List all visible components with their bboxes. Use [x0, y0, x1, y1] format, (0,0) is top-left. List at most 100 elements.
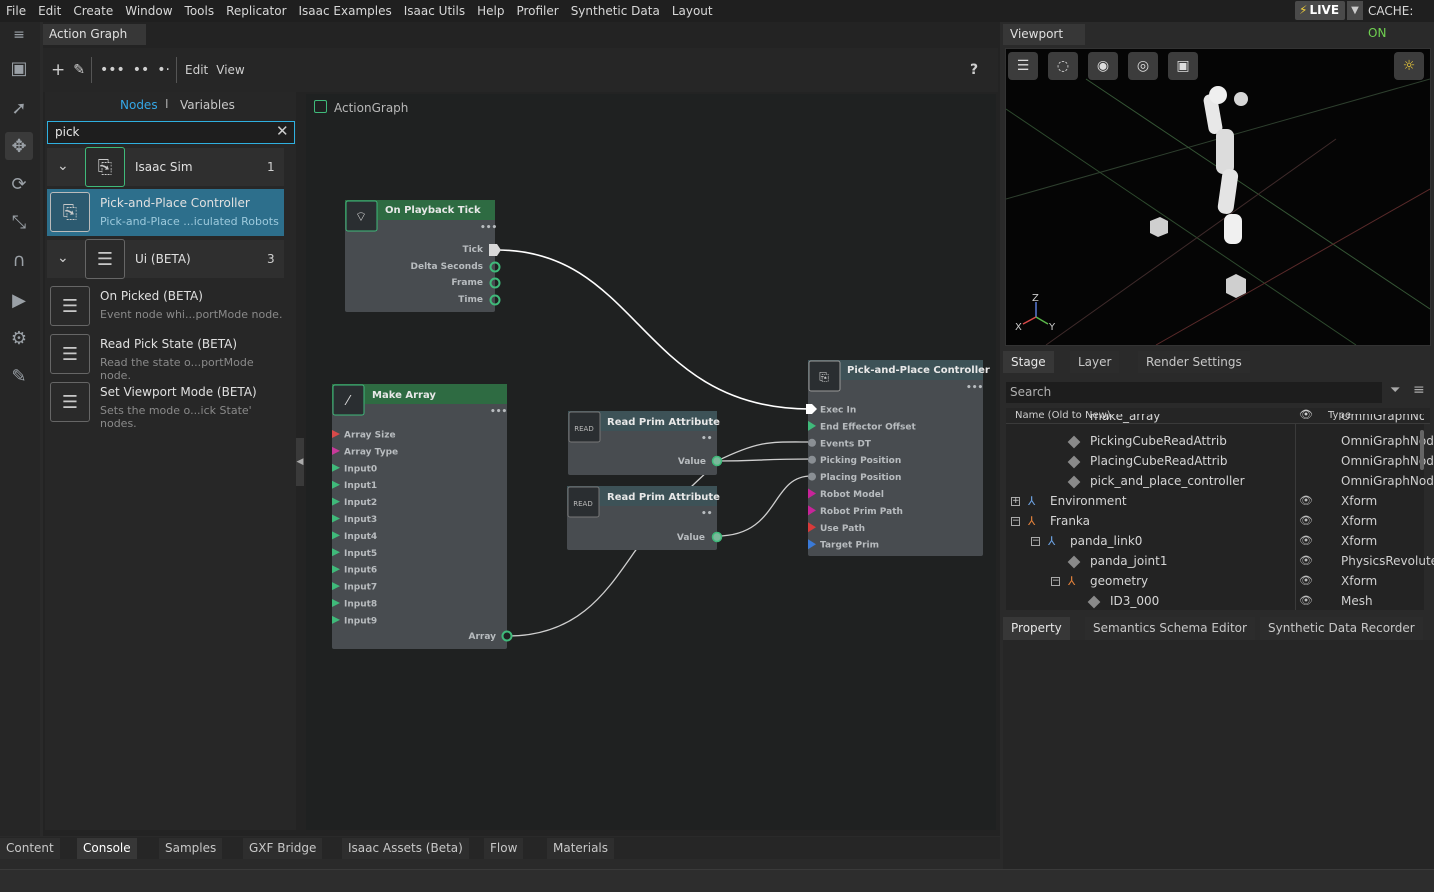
menu-help[interactable]: Help — [471, 0, 510, 22]
tab-gxf-bridge[interactable]: GXF Bridge — [243, 838, 323, 859]
layout-dots-3-icon[interactable]: •· — [157, 62, 170, 78]
layout-dots-2-icon[interactable]: •• — [133, 62, 150, 78]
tab-console[interactable]: Console — [77, 838, 137, 859]
clear-search-icon[interactable]: ✕ — [276, 122, 289, 140]
tab-flow[interactable]: Flow — [484, 838, 524, 859]
node-read-prim-attribute-1[interactable]: READ Read Prim Attribute •• Value — [568, 411, 723, 475]
live-dropdown-icon[interactable]: ▼ — [1347, 1, 1363, 20]
edit-menu[interactable]: Edit — [185, 63, 208, 77]
menu-edit[interactable]: Edit — [32, 0, 67, 22]
node-make-array[interactable]: ⁄ Make Array ••• Array SizeArray TypeInp… — [332, 384, 513, 649]
eye-icon[interactable]: 👁 — [1299, 531, 1313, 551]
robot-arm[interactable] — [1203, 86, 1248, 244]
collapse-icon[interactable]: − — [1031, 537, 1040, 546]
tree-row[interactable]: − ⅄ geometry 👁 Xform — [1006, 571, 1424, 591]
tree-row[interactable]: pick_and_place_controller OmniGraphNode — [1006, 471, 1434, 491]
node-menu-icon[interactable]: •• — [701, 509, 713, 519]
cube-2[interactable] — [1226, 274, 1246, 298]
eye-icon[interactable]: 👁 — [1299, 511, 1313, 531]
tab-action-graph[interactable]: Action Graph — [43, 24, 146, 45]
collapse-library-handle[interactable]: ◀ — [296, 438, 304, 486]
tab-layer[interactable]: Layer — [1070, 351, 1120, 373]
tab-isaac-assets[interactable]: Isaac Assets (Beta) — [342, 838, 469, 859]
tab-content[interactable]: Content — [0, 838, 60, 859]
menu-create[interactable]: Create — [67, 0, 119, 22]
tab-property[interactable]: Property — [1003, 617, 1070, 640]
eye-icon[interactable]: 👁 — [1299, 551, 1313, 571]
input-pin[interactable] — [808, 438, 816, 447]
stage-scrollbar[interactable] — [1420, 430, 1424, 470]
tree-row[interactable]: PickingCubeReadAttrib OmniGraphNode — [1006, 431, 1434, 451]
hamburger-icon[interactable]: ≡ — [1413, 382, 1425, 398]
stage-search-input[interactable]: Search — [1006, 382, 1382, 403]
scale-icon[interactable]: ⤡ — [5, 208, 33, 236]
array-out-pin[interactable] — [501, 630, 513, 642]
settings-sliders-icon[interactable]: ☰ — [1008, 52, 1038, 80]
node-item-read-pick-state[interactable]: ☰ Read Pick State (BETA) Read the state … — [47, 331, 284, 382]
move-icon[interactable]: ✥ — [5, 132, 33, 160]
exec-out-pin[interactable] — [489, 244, 501, 256]
chevron-down-icon[interactable]: ⌄ — [57, 158, 69, 174]
menu-isaac-examples[interactable]: Isaac Examples — [293, 0, 398, 22]
tab-render-settings[interactable]: Render Settings — [1138, 351, 1250, 373]
value-out-pin[interactable] — [711, 531, 723, 543]
tab-nodes[interactable]: Nodes — [120, 98, 158, 112]
lightbulb-icon[interactable]: ◌ — [1048, 52, 1078, 80]
menu-profiler[interactable]: Profiler — [510, 0, 564, 22]
node-item-set-viewport-mode[interactable]: ☰ Set Viewport Mode (BETA) Sets the mode… — [47, 379, 284, 430]
eye-icon[interactable]: 👁 — [1299, 491, 1313, 511]
value-out-pin[interactable] — [711, 455, 723, 467]
category-ui-beta[interactable]: ⌄ ☰ Ui (BETA) 3 — [47, 239, 284, 279]
filter-icon[interactable]: ⏷ — [1390, 383, 1400, 398]
physics-icon[interactable]: ⚙ — [5, 324, 33, 352]
category-isaac-sim[interactable]: ⌄ ⎘ Isaac Sim 1 — [47, 147, 284, 187]
tab-variables[interactable]: Variables — [180, 98, 235, 112]
tree-row[interactable]: + ⅄ Environment 👁 Xform — [1006, 491, 1424, 511]
pencil-icon[interactable]: ✎ — [73, 62, 85, 78]
add-icon[interactable]: + — [51, 60, 65, 80]
eye-icon[interactable]: ◉ — [1088, 52, 1118, 80]
tab-stage[interactable]: Stage — [1003, 351, 1054, 373]
paint-brush-icon[interactable]: ✎ — [5, 362, 33, 390]
pointer-icon[interactable]: ➚ — [5, 94, 33, 122]
tree-row[interactable]: PlacingCubeReadAttrib OmniGraphNode — [1006, 451, 1434, 471]
node-menu-icon[interactable]: •• — [701, 434, 713, 444]
menu-layout[interactable]: Layout — [666, 0, 719, 22]
tree-row[interactable]: − ⅄ Franka 👁 Xform — [1006, 511, 1424, 531]
select-mode-icon[interactable]: ▣ — [5, 54, 33, 82]
broadcast-icon[interactable]: ◎ — [1128, 52, 1158, 80]
menu-isaac-utils[interactable]: Isaac Utils — [398, 0, 471, 22]
node-pick-and-place-controller[interactable]: ⎘ Pick-and-Place Controller ••• Exec In E… — [806, 360, 990, 556]
help-icon[interactable]: ? — [970, 62, 978, 78]
camera-icon[interactable]: ▣ — [1168, 52, 1198, 80]
input-pin[interactable] — [808, 472, 816, 481]
eye-icon[interactable]: 👁 — [1299, 571, 1313, 591]
tab-synthetic-data-recorder[interactable]: Synthetic Data Recorder — [1260, 617, 1423, 640]
sun-icon[interactable]: ☼ — [1394, 52, 1424, 80]
play-icon[interactable]: ▶ — [5, 286, 33, 314]
tab-samples[interactable]: Samples — [159, 838, 223, 859]
layout-dots-icon[interactable]: ••• — [100, 62, 125, 78]
tree-row[interactable]: panda_joint1 👁 PhysicsRevolute... — [1006, 551, 1434, 571]
tree-row[interactable]: make_array OmniGraphNode — [1006, 414, 1424, 426]
menu-file[interactable]: File — [0, 0, 32, 22]
expand-icon[interactable]: + — [1011, 497, 1020, 506]
tab-viewport[interactable]: Viewport — [1003, 24, 1085, 45]
menu-tools[interactable]: Tools — [179, 0, 221, 22]
eye-icon[interactable]: 👁 — [1299, 591, 1313, 611]
collapse-icon[interactable]: − — [1051, 577, 1060, 586]
view-menu[interactable]: View — [216, 63, 244, 77]
menu-window[interactable]: Window — [119, 0, 178, 22]
tab-materials[interactable]: Materials — [547, 838, 615, 859]
node-menu-icon[interactable]: ••• — [490, 407, 507, 417]
tree-row[interactable]: − ⅄ panda_link0 👁 Xform — [1006, 531, 1424, 551]
rotate-icon[interactable]: ⟳ — [5, 170, 33, 198]
tree-row[interactable]: ID3_000 👁 Mesh — [1006, 591, 1424, 611]
live-button[interactable]: ⚡ LIVE — [1295, 1, 1345, 20]
menu-replicator[interactable]: Replicator — [220, 0, 292, 22]
chevron-down-icon[interactable]: ⌄ — [57, 250, 69, 266]
node-search-input[interactable]: pick — [47, 121, 295, 144]
node-menu-icon[interactable]: ••• — [966, 383, 983, 393]
cube-1[interactable] — [1150, 217, 1168, 237]
node-item-pick-and-place-controller[interactable]: ⎘ Pick-and-Place Controller Pick-and-Pla… — [47, 189, 284, 236]
